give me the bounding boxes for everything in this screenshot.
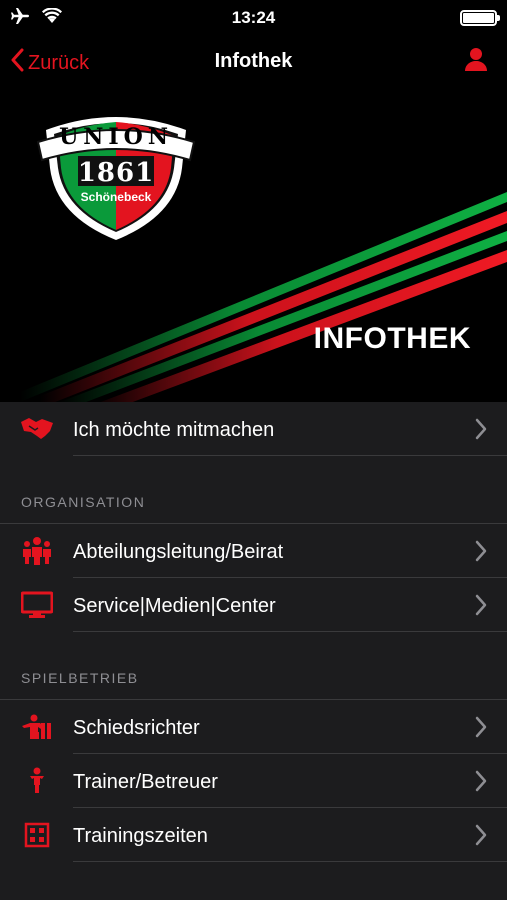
section-header-spielbetrieb: SPIELBETRIEB [0,632,507,700]
battery-icon [460,10,500,26]
chevron-right-icon [475,770,487,797]
list-item-label: Ich möchte mitmachen [73,419,275,441]
chevron-right-icon [475,716,487,743]
list-item-schiedsrichter[interactable]: Schiedsrichter [0,700,507,754]
hero-title: INFOTHEK [313,322,471,355]
status-bar: 13:24 [0,0,507,36]
logo-city-text: Schönebeck [80,190,152,204]
navigation-bar: Zurück Infothek [0,36,507,86]
status-time: 13:24 [231,8,276,27]
user-button[interactable] [463,46,489,77]
logo-union-text: UNION [59,124,173,150]
list-item-label: Abteilungsleitung/Beirat [73,541,284,563]
page-title: Infothek [214,50,293,72]
schedule-icon [20,820,54,850]
list-item-label: Schiedsrichter [73,717,200,739]
list-item-abteilungsleitung[interactable]: Abteilungsleitung/Beirat [0,524,507,578]
user-icon [463,48,489,76]
list-item-label: Service|Medien|Center [73,595,276,617]
list-item-service-medien-center[interactable]: Service|Medien|Center [0,578,507,632]
trainer-icon [20,766,54,796]
list-item-label: Trainingszeiten [73,825,208,847]
divider [73,861,507,862]
referee-icon [20,712,54,742]
section-header-label: ORGANISATION [21,494,146,510]
list-item-trainingszeiten[interactable]: Trainingszeiten [0,808,507,862]
chevron-right-icon [475,824,487,851]
section-header-organisation: ORGANISATION [0,456,507,524]
hero-banner: UNION 1861 Schönebeck INFOTHEK [0,86,507,402]
list-item-mitmachen[interactable]: Ich möchte mitmachen [0,402,507,456]
section-header-label: SPIELBETRIEB [21,670,139,686]
menu-list: Ich möchte mitmachen ORGANISATION Abteil… [0,402,507,862]
logo-year-text: 1861 [77,158,155,188]
list-item-trainer-betreuer[interactable]: Trainer/Betreuer [0,754,507,808]
chevron-right-icon [475,540,487,567]
club-logo: UNION 1861 Schönebeck [36,108,196,242]
chevron-right-icon [475,594,487,621]
people-icon [20,536,54,566]
list-item-label: Trainer/Betreuer [73,771,218,793]
chevron-right-icon [475,418,487,445]
handshake-icon [20,414,54,444]
monitor-icon [20,590,54,620]
